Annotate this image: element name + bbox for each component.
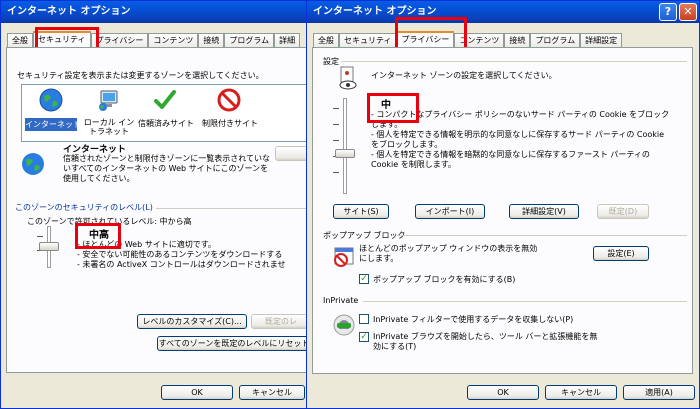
cancel-button[interactable]: キャンセル bbox=[239, 385, 305, 400]
slider-tick bbox=[37, 236, 43, 237]
popup-group-divider bbox=[397, 235, 687, 236]
zone-label-local-intranet: ローカル イントラネット bbox=[83, 118, 135, 136]
globe-icon bbox=[39, 88, 63, 112]
highlight-privacy-level bbox=[367, 93, 419, 123]
import-button[interactable]: インポート(I) bbox=[415, 204, 485, 219]
prohibited-icon bbox=[217, 88, 241, 112]
security-level-group-title: このゾーンのセキュリティのレベル(L) bbox=[15, 202, 156, 213]
tab-strip: 全般 セキュリティ プライバシー コンテンツ 接続 プログラム 詳細設定 bbox=[313, 31, 623, 48]
advanced-settings-button[interactable]: 詳細設定(V) bbox=[509, 204, 579, 219]
zone-label-trusted-sites: 信頼済みサイト bbox=[138, 119, 194, 128]
tab-advanced[interactable]: 詳細 bbox=[274, 33, 301, 47]
inprivate-toolbar-label: InPrivate ブラウズを開始したら、ツール バーと拡張機能を無効にする(T… bbox=[373, 332, 598, 351]
zone-local-intranet[interactable]: ローカル イントラネット bbox=[81, 86, 137, 140]
intranet-icon bbox=[99, 90, 118, 111]
window-title: インターネット オプション bbox=[7, 6, 131, 17]
tab-content[interactable]: コンテンツ bbox=[148, 33, 199, 47]
highlight-privacy-tab bbox=[395, 17, 467, 51]
zone-trusted-sites[interactable]: 信頼済みサイト bbox=[137, 86, 195, 140]
privacy-eye-icon bbox=[339, 66, 357, 90]
zone-internet[interactable]: インターネット bbox=[25, 86, 81, 140]
close-button[interactable]: ✕ bbox=[679, 3, 697, 21]
help-button[interactable]: ? bbox=[659, 3, 677, 21]
privacy-zone-prompt: インターネット ゾーンの設定を選択してください。 bbox=[371, 71, 557, 80]
tab-connections[interactable]: 接続 bbox=[504, 33, 531, 47]
window-title: インターネット オプション bbox=[313, 6, 437, 17]
level-bullet: - 安全でない可能性のあるコンテンツをダウンロードする bbox=[77, 250, 283, 259]
inprivate-filter-label: InPrivate フィルターで使用するデータを収集しない(P) bbox=[373, 315, 574, 324]
popup-enable-label: ポップアップ ブロックを有効にする(B) bbox=[373, 275, 516, 284]
level-bullet: - 未署名の ActiveX コントロールはダウンロードされませ bbox=[77, 260, 286, 269]
slider-thumb[interactable] bbox=[335, 149, 355, 158]
security-panel: セキュリティ設定を表示または変更するゾーンを選択してください。 インターネット … bbox=[6, 47, 306, 373]
slider-track bbox=[343, 98, 347, 194]
popup-block-icon bbox=[334, 247, 354, 267]
inprivate-toolbar-checkbox[interactable]: ✓ bbox=[359, 332, 369, 342]
tab-connections[interactable]: 接続 bbox=[198, 33, 225, 47]
popup-enable-checkbox[interactable]: ✓ bbox=[359, 274, 369, 284]
tab-general[interactable]: 全般 bbox=[7, 33, 33, 47]
tab-programs[interactable]: プログラム bbox=[224, 33, 275, 47]
title-bar[interactable]: インターネット オプション ? ✕ bbox=[307, 1, 699, 23]
sites-button[interactable]: サイト(S) bbox=[333, 204, 389, 219]
zone-restricted-sites[interactable]: 制限付きサイト bbox=[199, 86, 261, 140]
popup-settings-button[interactable]: 設定(E) bbox=[593, 246, 649, 261]
security-options-window: インターネット オプション 全般 セキュリティ プライバシー コンテンツ 接続 プログラム… bbox=[0, 0, 306, 409]
inprivate-group-divider bbox=[363, 301, 687, 302]
default-button: 既定(D) bbox=[597, 204, 649, 219]
slider-tick bbox=[333, 108, 339, 109]
reset-all-zones-button[interactable]: すべてのゾーンを既定のレベルにリセット bbox=[157, 336, 306, 351]
settings-group-divider bbox=[341, 61, 687, 62]
inprivate-filter-checkbox[interactable] bbox=[359, 314, 369, 324]
default-level-button: 既定のレ bbox=[251, 314, 306, 329]
inprivate-group-title: InPrivate bbox=[323, 296, 359, 305]
privacy-options-window: インターネット オプション ? ✕ 全般 セキュリティ プライバシー コンテンツ 接続プ… bbox=[306, 0, 700, 409]
checkmark-icon bbox=[154, 90, 176, 109]
zone-prompt: セキュリティ設定を表示または変更するゾーンを選択してください。 bbox=[17, 71, 264, 80]
ok-button[interactable]: OK bbox=[161, 385, 233, 400]
tab-security[interactable]: セキュリティ bbox=[339, 33, 397, 47]
sites-button-partial bbox=[275, 146, 306, 161]
zone-label-internet: インターネット bbox=[25, 118, 81, 131]
slider-thumb[interactable] bbox=[39, 242, 59, 251]
zone-description: 信頼されたゾーンと制限付きゾーンに一覧表示されていないすべてのインターネットの … bbox=[63, 154, 270, 183]
tab-advanced[interactable]: 詳細設定 bbox=[580, 33, 623, 47]
title-bar[interactable]: インターネット オプション bbox=[1, 1, 306, 23]
ok-button[interactable]: OK bbox=[467, 385, 539, 400]
settings-group-title: 設定 bbox=[323, 57, 339, 66]
highlight-security-level bbox=[75, 223, 121, 249]
zone-label-restricted-sites: 制限付きサイト bbox=[202, 119, 258, 128]
level-bullet: - 個人を特定できる情報を暗黙的な同意なしに保存するファースト パーティの Co… bbox=[371, 150, 650, 169]
zone-globe-icon bbox=[22, 153, 44, 175]
cancel-button[interactable]: キャンセル bbox=[545, 385, 617, 400]
level-bullet: - 個人を特定できる情報を明示的な同意なしに保存するサード パーティの Cook… bbox=[371, 130, 665, 149]
inprivate-icon bbox=[333, 314, 355, 336]
slider-tick bbox=[333, 124, 339, 125]
apply-button[interactable]: 適用(A) bbox=[623, 385, 695, 400]
slider-tick bbox=[333, 140, 339, 141]
popup-description: ほとんどのポップアップ ウィンドウの表示を無効にします。 bbox=[359, 244, 538, 263]
slider-tick bbox=[333, 172, 339, 173]
popup-group-title: ポップアップ ブロック bbox=[323, 231, 406, 240]
tab-programs[interactable]: プログラム bbox=[530, 33, 581, 47]
tab-general[interactable]: 全般 bbox=[313, 33, 339, 47]
tab-privacy[interactable]: プライバシー bbox=[90, 33, 149, 47]
custom-level-button[interactable]: レベルのカスタマイズ(C)... bbox=[137, 314, 247, 329]
